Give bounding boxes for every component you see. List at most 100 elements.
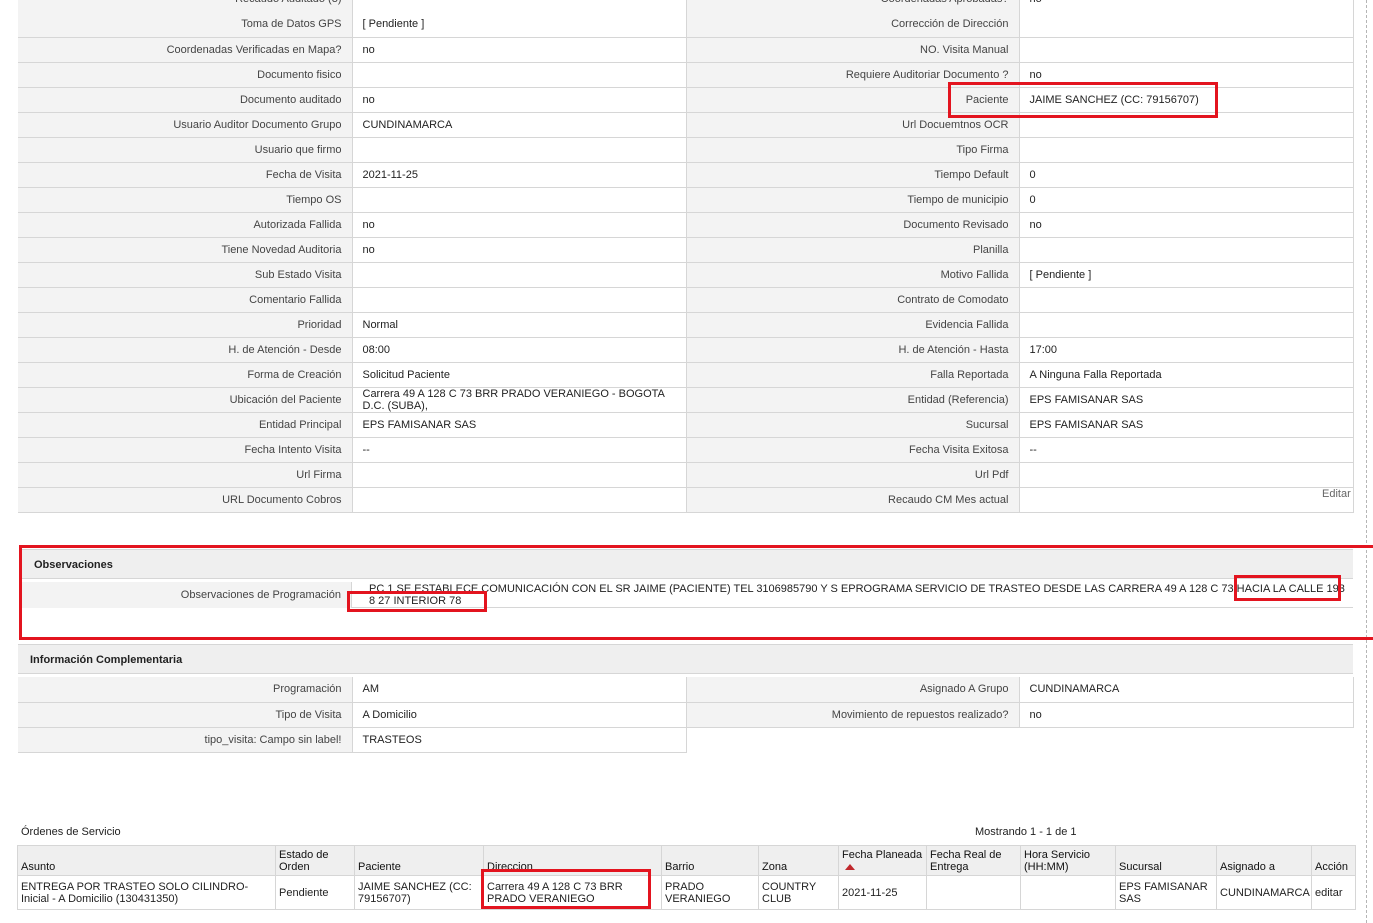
field-value — [1019, 112, 1354, 138]
field-value — [1019, 237, 1354, 263]
field-label: Entidad (Referencia) — [686, 387, 1020, 413]
detail-row: Tipo de Visita A Domicilio Movimiento de r… — [18, 702, 1354, 728]
detail-row: H. de Atención - Desde 08:00 H. de Atenció… — [18, 337, 1354, 363]
field-value: AM — [352, 677, 687, 703]
field-label: Movimiento de repuestos realizado? — [686, 702, 1020, 728]
field-label: Url Docuemtnos OCR — [686, 112, 1020, 138]
field-value — [1019, 462, 1354, 488]
field-value — [352, 137, 687, 163]
sort-ascending-icon — [845, 864, 855, 870]
field-label: Motivo Fallida — [686, 262, 1020, 288]
edit-link[interactable]: Editar — [1322, 488, 1351, 500]
field-value — [352, 287, 687, 313]
order-fecha-planeada: 2021-11-25 — [838, 875, 927, 910]
field-value — [352, 187, 687, 213]
field-label: Comentario Fallida — [18, 287, 353, 313]
detail-row: URL Documento Cobros Recaudo CM Mes actua… — [18, 487, 1354, 513]
field-value: CUNDINAMARCA — [352, 112, 687, 138]
order-direccion: Carrera 49 A 128 C 73 BRR PRADO VERANIEG… — [483, 875, 662, 910]
observaciones-header: Observaciones — [22, 549, 1353, 579]
field-value: no — [1019, 212, 1354, 238]
field-label: Usuario Auditor Documento Grupo — [18, 112, 353, 138]
info-complementaria-header: Información Complementaria — [18, 644, 1353, 674]
detail-row: Autorizada Fallida no Documento Revisado no — [18, 212, 1354, 238]
field-label: Tipo Firma — [686, 137, 1020, 163]
detail-row: Fecha Intento Visita -- Fecha Visita Exito… — [18, 437, 1354, 463]
field-value: no — [1019, 62, 1354, 88]
field-value: TRASTEOS — [352, 727, 687, 753]
field-value: A Ninguna Falla Reportada — [1019, 362, 1354, 388]
field-label: Corrección de Dirección — [686, 12, 1020, 38]
field-label: Contrato de Comodato — [686, 287, 1020, 313]
field-value: EPS FAMISANAR SAS — [352, 412, 687, 438]
field-label: Paciente — [686, 87, 1020, 113]
field-label: Coordenadas Aprobadas? — [686, 0, 1020, 13]
field-value — [1019, 12, 1354, 38]
order-hora — [1020, 875, 1116, 910]
field-label: Sub Estado Visita — [18, 262, 353, 288]
field-value: no — [352, 212, 687, 238]
field-value: 0 — [1019, 187, 1354, 213]
field-label: Sucursal — [686, 412, 1020, 438]
detail-row: Ubicación del Paciente Carrera 49 A 128 C… — [18, 387, 1354, 413]
visit-details-table: Toma de Datos GPS[ Pendiente ] Corrección… — [18, 12, 1354, 513]
field-value: no — [352, 87, 687, 113]
field-label: Tipo de Visita — [18, 702, 353, 728]
detail-row: Usuario que firmo Tipo Firma — [18, 137, 1354, 163]
detail-row: Programación AM Asignado A Grupo CUNDINAMAR… — [18, 677, 1354, 703]
col-header-fecha-planeada-label: Fecha Planeada — [842, 849, 923, 861]
field-label: Documento Revisado — [686, 212, 1020, 238]
field-value — [352, 62, 687, 88]
order-edit-link[interactable]: editar — [1311, 875, 1356, 910]
field-value: Carrera 49 A 128 C 73 BRR PRADO VERANIEG… — [352, 387, 687, 413]
orders-count: Mostrando 1 - 1 de 1 — [975, 826, 1077, 838]
field-label: Falla Reportada — [686, 362, 1020, 388]
col-header-hora-servicio[interactable]: Hora Servicio (HH:MM) — [1020, 845, 1116, 876]
field-label: Ubicación del Paciente — [18, 387, 353, 413]
detail-row: Forma de Creación Solicitud Paciente Falla… — [18, 362, 1354, 388]
col-header-asunto[interactable]: Asunto — [17, 845, 276, 876]
field-value — [1019, 287, 1354, 313]
detail-row: Url Firma Url Pdf — [18, 462, 1354, 488]
field-value: [ Pendiente ] — [1019, 262, 1354, 288]
field-label: URL Documento Cobros — [18, 487, 353, 513]
col-header-direccion[interactable]: Direccion — [483, 845, 662, 876]
detail-row: Documento fisico Requiere Auditoriar Docu… — [18, 62, 1354, 88]
field-value: no — [1019, 0, 1354, 13]
col-header-estado[interactable]: Estado de Orden — [275, 845, 355, 876]
field-value: 2021-11-25 — [352, 162, 687, 188]
col-header-sucursal[interactable]: Sucursal — [1115, 845, 1217, 876]
col-header-fecha-real[interactable]: Fecha Real de Entrega — [926, 845, 1021, 876]
field-value — [352, 487, 687, 513]
detail-row: Documento auditado no Paciente JAIME SANCHE… — [18, 87, 1354, 113]
observaciones-text: PC 1 SE ESTABLECE COMUNICACIÓN CON EL SR… — [369, 583, 1345, 607]
field-label: Tiempo de municipio — [686, 187, 1020, 213]
col-header-paciente[interactable]: Paciente — [354, 845, 484, 876]
col-header-asignado[interactable]: Asignado a — [1216, 845, 1312, 876]
col-header-zona[interactable]: Zona — [758, 845, 839, 876]
col-header-fecha-planeada[interactable]: Fecha Planeada — [838, 845, 927, 876]
field-value — [352, 462, 687, 488]
field-label: H. de Atención - Desde — [18, 337, 353, 363]
field-value: EPS FAMISANAR SAS — [1019, 387, 1354, 413]
empty-cell — [686, 727, 1019, 752]
order-asunto: ENTREGA POR TRASTEO SOLO CILINDRO- Inici… — [17, 875, 276, 910]
detail-row: Comentario Fallida Contrato de Comodato — [18, 287, 1354, 313]
detail-row: Entidad Principal EPS FAMISANAR SAS Sucurs… — [18, 412, 1354, 438]
col-header-barrio[interactable]: Barrio — [661, 845, 759, 876]
field-value: no — [352, 237, 687, 263]
field-label: Tiene Novedad Auditoria — [18, 237, 353, 263]
field-label: tipo_visita: Campo sin label! — [18, 727, 353, 753]
field-label: NO. Visita Manual — [686, 37, 1020, 63]
field-label: Requiere Auditoriar Documento ? — [686, 62, 1020, 88]
field-value — [352, 0, 687, 13]
field-value: [ Pendiente ] — [352, 12, 687, 38]
detail-row: tipo_visita: Campo sin label! TRASTEOS — [18, 727, 1353, 753]
field-value: JAIME SANCHEZ (CC: 79156707) — [1019, 87, 1354, 113]
field-label: Evidencia Fallida — [686, 312, 1020, 338]
order-paciente: JAIME SANCHEZ (CC: 79156707) — [354, 875, 484, 910]
detail-row: Tiempo OS Tiempo de municipio 0 — [18, 187, 1354, 213]
field-label: Usuario que firmo — [18, 137, 353, 163]
field-label: Fecha Visita Exitosa — [686, 437, 1020, 463]
table-row: ENTREGA POR TRASTEO SOLO CILINDRO- Inici… — [17, 875, 1356, 910]
